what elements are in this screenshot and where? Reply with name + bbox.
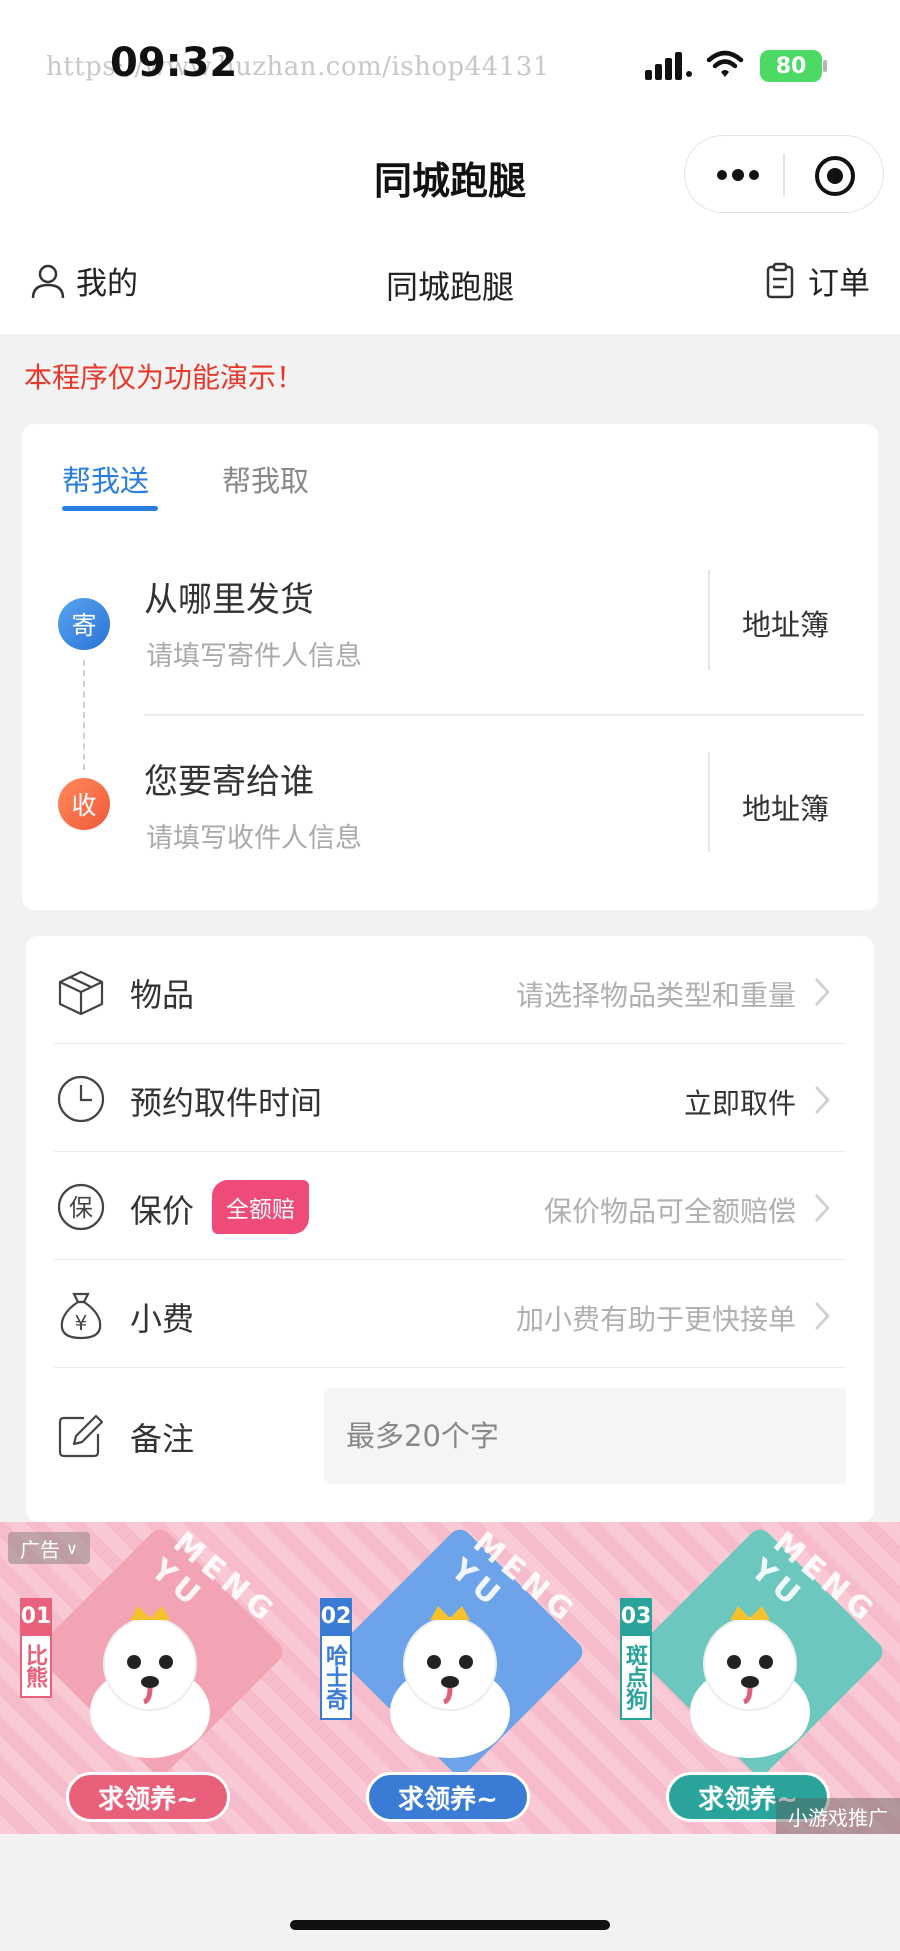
clock-icon [57, 1075, 105, 1123]
close-target-icon[interactable] [813, 154, 857, 198]
divider [144, 714, 864, 716]
orders-label: 订单 [808, 266, 870, 302]
remark-label: 备注 [130, 1420, 195, 1458]
receiver-badge: 收 [58, 778, 110, 830]
status-bar: https://www.huzhan.com/ishop44131 09:32 … [0, 0, 900, 130]
home-indicator [290, 1920, 610, 1930]
demo-notice: 本程序仅为功能演示！ [24, 361, 305, 394]
ad-number: 01 [20, 1598, 52, 1635]
ad-dog-name: 比熊 [20, 1634, 52, 1698]
chevron-right-icon [815, 978, 830, 1006]
ad-number: 03 [620, 1598, 652, 1635]
adopt-button[interactable]: 求领养~ [366, 1772, 530, 1822]
receiver-title[interactable]: 您要寄给谁 [144, 754, 314, 803]
receiver-address-book-button[interactable]: 地址簿 [742, 786, 829, 828]
battery-tip [823, 60, 827, 72]
money-bag-icon: ¥ [60, 1292, 102, 1340]
chevron-down-icon: ∨ [66, 1538, 78, 1558]
item-label: 物品 [130, 976, 195, 1014]
box-icon [58, 970, 104, 1016]
capsule-menu [684, 135, 884, 213]
tip-label: 小费 [130, 1300, 195, 1338]
receiver-subtitle[interactable]: 请填写收件人信息 [146, 816, 362, 855]
mini-game-promo-label: 小游戏推广 [776, 1798, 900, 1834]
ad-number: 02 [320, 1598, 352, 1635]
capsule-divider [783, 154, 785, 196]
clipboard-icon [766, 262, 794, 298]
pickup-time-label: 预约取件时间 [130, 1084, 323, 1122]
ad-label-text: 广告 [20, 1537, 60, 1562]
dog-illustration-icon [390, 1606, 510, 1758]
sender-subtitle[interactable]: 请填写寄件人信息 [146, 634, 362, 673]
adopt-button[interactable]: 求领养~ [66, 1772, 230, 1822]
ad-item[interactable]: MENG YU 03 斑点狗 求领养~ [600, 1522, 890, 1834]
address-card: 帮我送 帮我取 寄 收 从哪里发货 请填写寄件人信息 地址簿 您要寄给谁 请填写… [22, 424, 878, 910]
chevron-right-icon [815, 1302, 830, 1330]
insurance-value: 保价物品可全额赔偿 [543, 1195, 796, 1228]
remark-row: 备注 [54, 1368, 846, 1504]
chevron-right-icon [815, 1194, 830, 1222]
ad-item[interactable]: MENG YU 02 哈士奇 求领养~ [300, 1522, 590, 1834]
tab-underline [62, 506, 158, 511]
ad-dog-name: 哈士奇 [320, 1634, 352, 1720]
item-row[interactable]: 物品 请选择物品类型和重量 [54, 936, 846, 1044]
connector-line [83, 660, 85, 770]
insurance-label: 保价 [130, 1192, 195, 1230]
tab-send[interactable]: 帮我送 [62, 458, 149, 500]
sender-title[interactable]: 从哪里发货 [144, 572, 314, 621]
page-header: 我的 同城跑腿 订单 [0, 238, 900, 334]
chevron-right-icon [815, 1086, 830, 1114]
battery-icon: 80 [760, 50, 822, 82]
battery-level: 80 [775, 53, 807, 79]
ad-label[interactable]: 广告 ∨ [8, 1532, 90, 1564]
options-card: 物品 请选择物品类型和重量 预约取件时间 立即取件 保 保价 全额赔 保价物品可… [26, 936, 874, 1522]
edit-icon [58, 1414, 104, 1458]
dog-illustration-icon [690, 1606, 810, 1758]
orders-button[interactable]: 订单 [760, 258, 870, 303]
status-time: 09:32 [110, 40, 238, 86]
signal-icon [645, 52, 692, 80]
nav-bar: 同城跑腿 [0, 130, 900, 238]
insurance-icon-char: 保 [69, 1194, 93, 1222]
pickup-time-value: 立即取件 [683, 1087, 796, 1120]
divider [708, 570, 710, 670]
tip-icon-char: ¥ [75, 1311, 88, 1335]
sender-badge: 寄 [58, 598, 110, 650]
ad-dog-name: 斑点狗 [620, 1634, 652, 1720]
sender-address-book-button[interactable]: 地址簿 [742, 602, 829, 644]
dog-illustration-icon [90, 1606, 210, 1758]
insurance-icon: 保 [57, 1183, 105, 1231]
divider [708, 752, 710, 852]
insurance-row[interactable]: 保 保价 全额赔 保价物品可全额赔偿 [54, 1152, 846, 1260]
wifi-icon [706, 50, 744, 77]
tip-row[interactable]: ¥ 小费 加小费有助于更快接单 [54, 1260, 846, 1368]
tab-fetch[interactable]: 帮我取 [222, 458, 309, 500]
pickup-time-row[interactable]: 预约取件时间 立即取件 [54, 1044, 846, 1152]
item-value: 请选择物品类型和重量 [515, 979, 796, 1012]
tip-value: 加小费有助于更快接单 [515, 1303, 796, 1336]
full-compensation-tag: 全额赔 [212, 1180, 309, 1234]
more-icon[interactable] [713, 162, 763, 188]
ad-banner[interactable]: MENG YU 01 比熊 求领养~ MENG YU 02 哈士奇 求领养~ MENG YU 03… [0, 1522, 900, 1834]
ad-item[interactable]: MENG YU 01 比熊 求领养~ [0, 1522, 290, 1834]
remark-input[interactable] [324, 1388, 846, 1484]
